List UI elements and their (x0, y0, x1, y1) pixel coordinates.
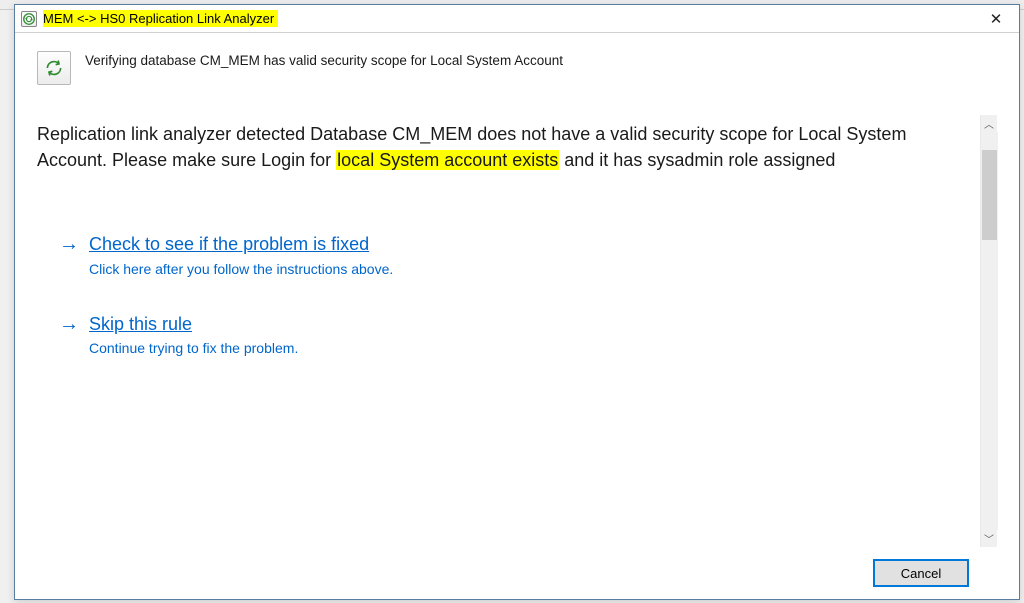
vertical-scrollbar[interactable]: ︿ ﹀ (980, 115, 997, 547)
header-text: Verifying database CM_MEM has valid secu… (85, 51, 563, 68)
dialog-footer: Cancel (37, 547, 997, 599)
action-skip-subtitle: Continue trying to fix the problem. (89, 340, 966, 356)
app-icon (21, 11, 37, 27)
action-check-fixed[interactable]: → Check to see if the problem is fixed (59, 233, 966, 256)
scroll-thumb[interactable] (982, 150, 997, 240)
action-check-block: → Check to see if the problem is fixed C… (59, 233, 966, 276)
cancel-button-label: Cancel (901, 566, 941, 581)
header-row: Verifying database CM_MEM has valid secu… (37, 51, 997, 85)
scroll-track[interactable] (981, 132, 998, 530)
message-highlight: local System account exists (336, 150, 559, 170)
action-check-subtitle: Click here after you follow the instruct… (89, 261, 966, 277)
body-text-area: Replication link analyzer detected Datab… (37, 121, 980, 547)
arrow-right-icon: → (59, 233, 79, 255)
action-skip-block: → Skip this rule Continue trying to fix … (59, 313, 966, 356)
close-button[interactable]: ✕ (973, 5, 1019, 33)
sync-icon (37, 51, 71, 85)
body-area: Replication link analyzer detected Datab… (37, 121, 997, 547)
dialog-window: MEM <-> HS0 Replication Link Analyzer ✕ … (14, 4, 1020, 600)
cancel-button[interactable]: Cancel (873, 559, 969, 587)
scroll-up-icon[interactable]: ︿ (981, 115, 998, 132)
action-check-title: Check to see if the problem is fixed (89, 233, 369, 256)
action-skip-title: Skip this rule (89, 313, 192, 336)
scroll-down-icon[interactable]: ﹀ (981, 530, 998, 547)
arrow-right-icon: → (59, 313, 79, 335)
titlebar: MEM <-> HS0 Replication Link Analyzer ✕ (15, 5, 1019, 33)
error-message: Replication link analyzer detected Datab… (37, 121, 966, 173)
window-title: MEM <-> HS0 Replication Link Analyzer (43, 10, 278, 27)
close-icon: ✕ (990, 10, 1003, 28)
dialog-content: Verifying database CM_MEM has valid secu… (15, 33, 1019, 599)
action-skip-rule[interactable]: → Skip this rule (59, 313, 966, 336)
message-part2: and it has sysadmin role assigned (559, 150, 835, 170)
